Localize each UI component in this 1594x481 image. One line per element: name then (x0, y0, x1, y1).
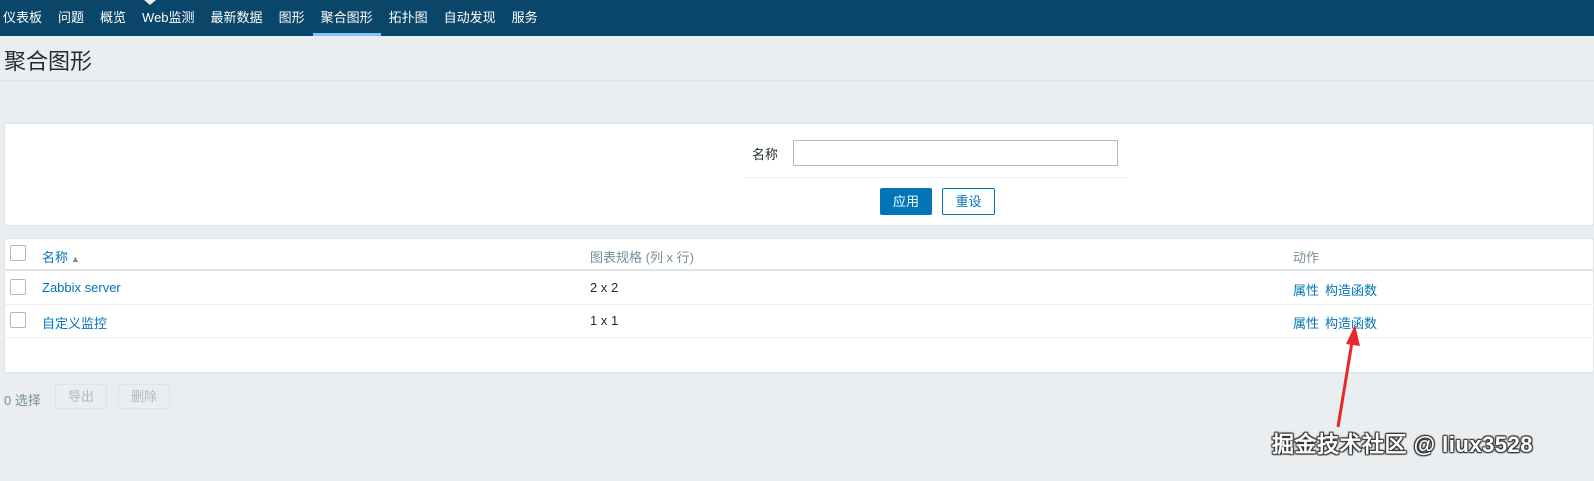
nav-latest-data[interactable]: 最新数据 (203, 0, 271, 36)
screen-name-link[interactable]: 自定义监控 (42, 313, 107, 332)
apply-button[interactable]: 应用 (880, 188, 932, 215)
column-header-name[interactable]: 名称 ▲ (42, 247, 80, 266)
title-divider (0, 80, 1594, 81)
nav-screens[interactable]: 聚合图形 (312, 0, 381, 36)
page-title: 聚合图形 (4, 49, 93, 74)
table-row-divider (4, 304, 1594, 305)
selected-count: 0 选择 (4, 393, 41, 408)
properties-link[interactable]: 属性 (1293, 313, 1319, 332)
watermark-text: 掘金技术社区 @ liux3528 (1272, 432, 1534, 457)
nav-web-monitoring[interactable]: Web监测 (134, 0, 203, 36)
nav-overview[interactable]: 概览 (92, 0, 134, 36)
main-nav: 仪表板 问题 概览 Web监测 最新数据 图形 聚合图形 拓扑图 自动发现 服务 (0, 0, 546, 36)
filter-panel (4, 123, 1594, 226)
constructor-link[interactable]: 构造函数 (1325, 313, 1377, 332)
nav-maps[interactable]: 拓扑图 (381, 0, 436, 36)
delete-button[interactable]: 删除 (118, 384, 170, 409)
screen-dimensions: 2 x 2 (590, 280, 619, 295)
nav-pointer-notch (144, 0, 156, 5)
row-checkbox[interactable] (10, 279, 26, 295)
column-header-name-label[interactable]: 名称 (42, 250, 68, 265)
column-header-dimensions: 图表规格 (列 x 行) (590, 250, 694, 265)
filter-name-label: 名称 (752, 147, 779, 162)
nav-services[interactable]: 服务 (504, 0, 546, 36)
sort-asc-icon: ▲ (71, 254, 80, 264)
screen-name-link[interactable]: Zabbix server (42, 280, 121, 295)
properties-link[interactable]: 属性 (1293, 280, 1319, 299)
export-button[interactable]: 导出 (55, 384, 107, 409)
nav-graphs[interactable]: 图形 (271, 0, 313, 36)
filter-divider (744, 177, 1128, 178)
nav-dashboard[interactable]: 仪表板 (0, 0, 50, 36)
screen-dimensions: 1 x 1 (590, 313, 619, 328)
constructor-link[interactable]: 构造函数 (1325, 280, 1377, 299)
nav-discovery[interactable]: 自动发现 (436, 0, 504, 36)
row-checkbox[interactable] (10, 312, 26, 328)
column-header-actions: 动作 (1293, 250, 1320, 265)
table-header-divider (4, 269, 1594, 271)
select-all-checkbox[interactable] (10, 245, 26, 261)
nav-problems[interactable]: 问题 (50, 0, 92, 36)
reset-button[interactable]: 重设 (942, 188, 995, 215)
screens-table (4, 238, 1594, 373)
filter-name-input[interactable] (793, 140, 1118, 166)
table-row-divider (4, 337, 1594, 338)
top-menu-bar: 仪表板 问题 概览 Web监测 最新数据 图形 聚合图形 拓扑图 自动发现 服务 (0, 0, 1594, 36)
